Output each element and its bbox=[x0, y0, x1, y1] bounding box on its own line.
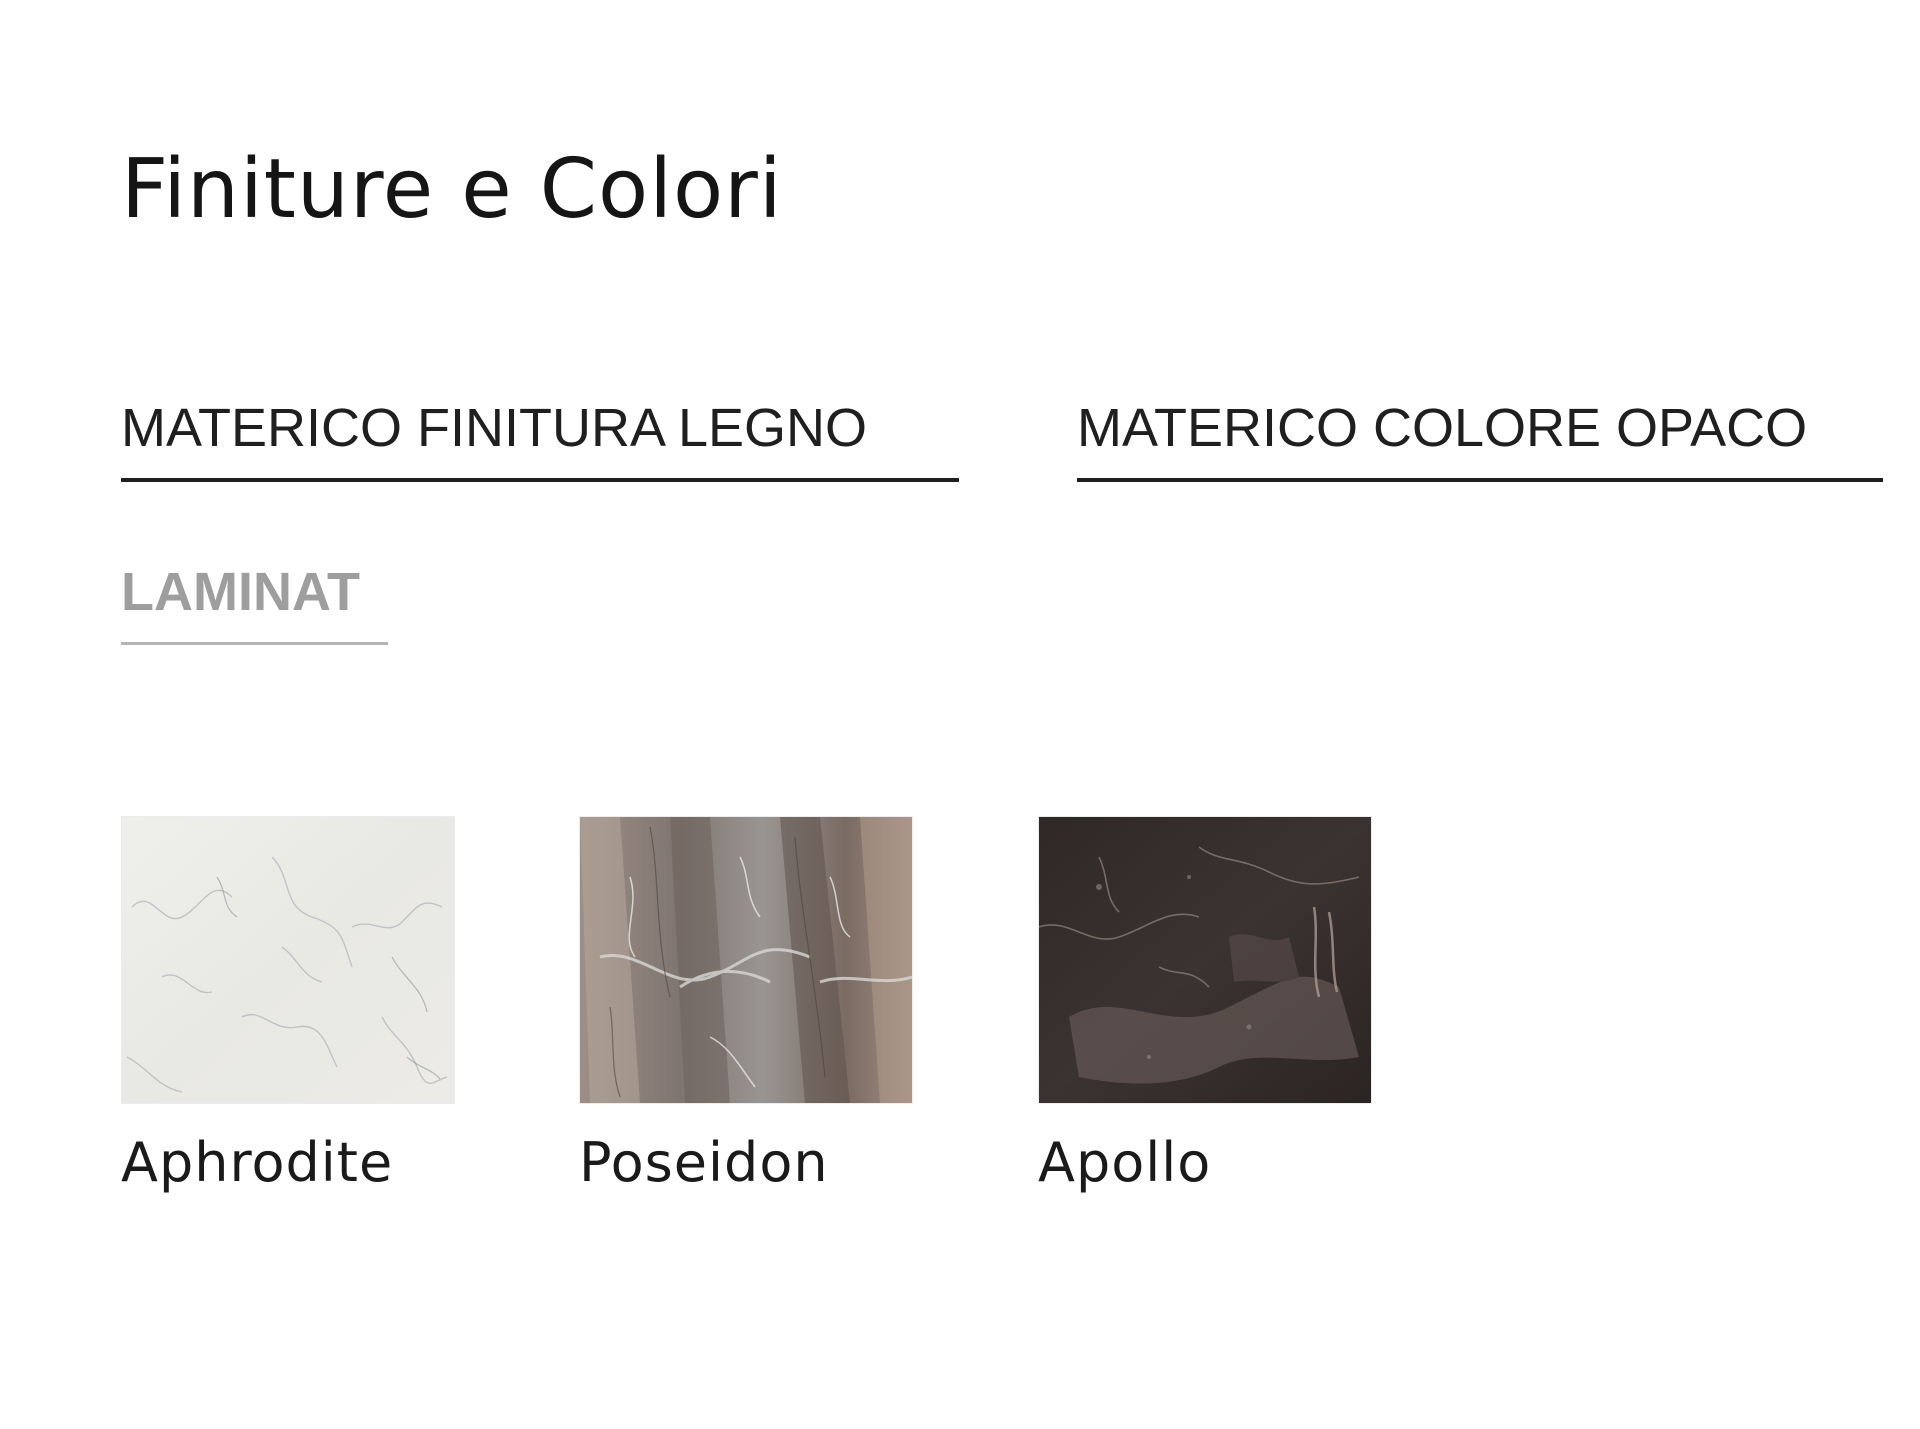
poseidon-texture-image bbox=[579, 816, 913, 1104]
swatch-label: Poseidon bbox=[579, 1131, 829, 1194]
aphrodite-texture-image bbox=[121, 816, 455, 1104]
swatch-aphrodite[interactable]: Aphrodite bbox=[121, 816, 455, 1198]
swatch-apollo[interactable]: Apollo bbox=[1038, 816, 1372, 1198]
tab-label: MATERICO FINITURA LEGNO bbox=[121, 398, 868, 458]
tab-underline bbox=[1077, 478, 1883, 482]
tab-label: LAMINAT bbox=[121, 562, 360, 622]
section-title: Finiture e Colori bbox=[121, 142, 783, 237]
swatch-label: Aphrodite bbox=[121, 1131, 394, 1194]
swatch-poseidon[interactable]: Poseidon bbox=[579, 816, 913, 1198]
finishes-section: Finiture e Colori MATERICO FINITURA LEGN… bbox=[0, 0, 1920, 1429]
tab-underline bbox=[121, 642, 388, 645]
tab-materico-colore-opaco[interactable]: MATERICO COLORE OPACO bbox=[1077, 391, 1883, 482]
tab-laminat[interactable]: LAMINAT bbox=[121, 555, 388, 645]
swatch-label: Apollo bbox=[1038, 1131, 1212, 1194]
apollo-texture-image bbox=[1038, 816, 1372, 1104]
tab-materico-finitura-legno[interactable]: MATERICO FINITURA LEGNO bbox=[121, 391, 959, 482]
tab-underline bbox=[121, 478, 959, 482]
tab-label: MATERICO COLORE OPACO bbox=[1077, 398, 1808, 458]
